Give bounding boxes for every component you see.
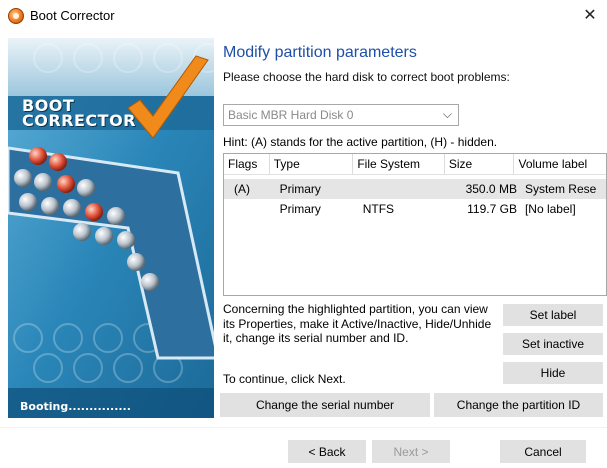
close-icon: ✕	[583, 7, 597, 24]
partition-table[interactable]: Flags Type File System Size Volume label…	[223, 153, 607, 296]
disk-select-value: Basic MBR Hard Disk 0	[228, 108, 354, 122]
change-partition-id-button[interactable]: Change the partition ID	[434, 393, 603, 417]
cell-type: Primary	[279, 202, 321, 216]
page-subtitle: Please choose the hard disk to correct b…	[223, 70, 510, 84]
table-row[interactable]: Primary NTFS 119.7 GB [No label]	[224, 199, 606, 219]
app-disc-icon	[8, 8, 24, 24]
disk-select[interactable]: Basic MBR Hard Disk 0 ⌵	[223, 104, 459, 126]
set-label-button[interactable]: Set label	[503, 304, 603, 326]
column-header-type[interactable]: Type	[270, 154, 354, 174]
partition-description: Concerning the highlighted partition, yo…	[223, 302, 492, 345]
banner-status: Booting...............	[20, 400, 131, 413]
banner-title: BOOT CORRECTOR	[22, 98, 136, 130]
page-title: Modify partition parameters	[223, 44, 417, 61]
cell-volume-label: [No label]	[524, 202, 576, 216]
cell-flags: (A)	[234, 182, 250, 196]
cancel-button[interactable]: Cancel	[500, 440, 586, 463]
column-header-flags[interactable]: Flags	[224, 154, 270, 174]
continue-hint: To continue, click Next.	[223, 372, 346, 386]
title-bar: Boot Corrector ✕	[0, 0, 607, 30]
back-button[interactable]: < Back	[288, 440, 366, 463]
banner-artwork	[8, 38, 214, 418]
footer-divider	[0, 427, 607, 428]
cell-file-system: NTFS	[362, 202, 395, 216]
window-title: Boot Corrector	[30, 8, 115, 23]
column-header-file-system[interactable]: File System	[353, 154, 445, 174]
next-button[interactable]: Next >	[372, 440, 450, 463]
cell-size: 350.0 MB	[465, 182, 517, 196]
cell-type: Primary	[279, 182, 321, 196]
column-header-volume-label[interactable]: Volume label	[514, 154, 606, 174]
cell-flags	[224, 199, 270, 219]
banner-title-line2: CORRECTOR	[22, 111, 136, 130]
cell-file-system	[353, 179, 444, 199]
set-inactive-button[interactable]: Set inactive	[503, 333, 603, 355]
column-header-size[interactable]: Size	[445, 154, 515, 174]
hint-text: Hint: (A) stands for the active partitio…	[223, 135, 498, 149]
wizard-banner: BOOT CORRECTOR Booting...............	[8, 38, 214, 418]
close-button[interactable]: ✕	[573, 0, 607, 30]
table-row[interactable]: (A) Primary 350.0 MB System Rese	[224, 179, 606, 199]
change-serial-number-button[interactable]: Change the serial number	[220, 393, 430, 417]
cell-size: 119.7 GB	[467, 202, 517, 216]
chevron-down-icon: ⌵	[442, 107, 452, 121]
cell-volume-label: System Rese	[524, 182, 597, 196]
hide-button[interactable]: Hide	[503, 362, 603, 384]
table-header: Flags Type File System Size Volume label	[224, 154, 606, 175]
